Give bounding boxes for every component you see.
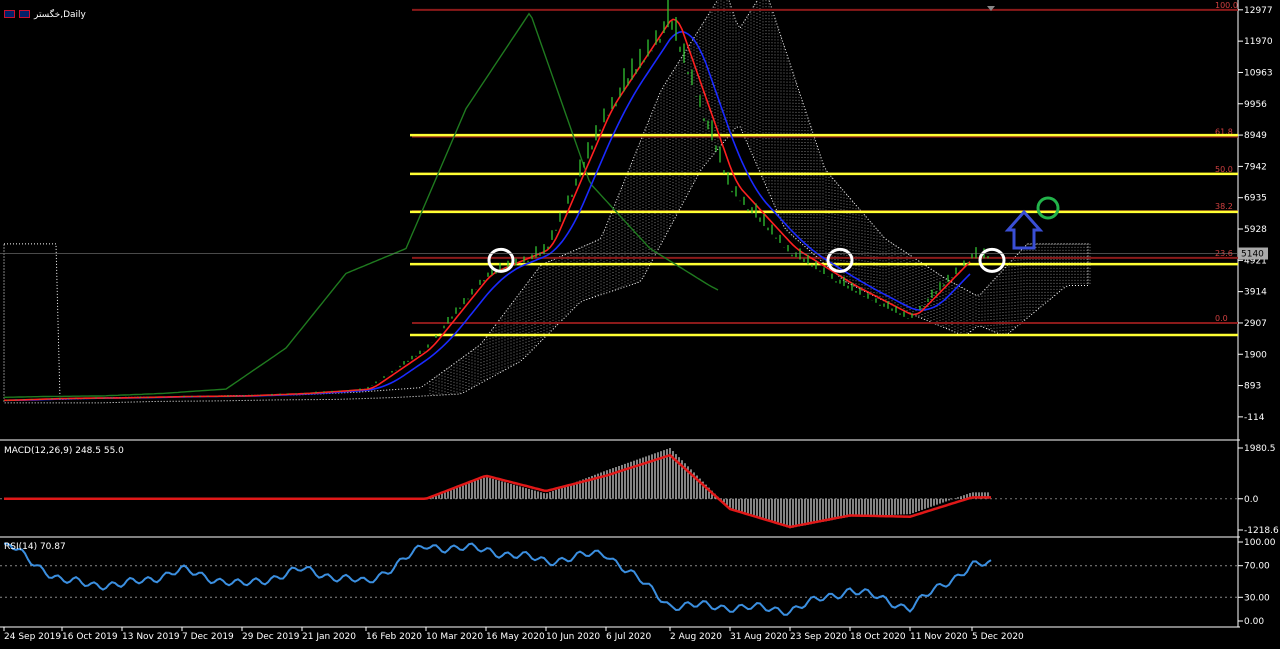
time-tick-label: 16 May 2020 bbox=[486, 632, 545, 642]
price-tick-label: 2907 bbox=[1244, 319, 1267, 329]
rsi-tick-label: 100.00 bbox=[1244, 538, 1276, 548]
time-tick-label: 7 Dec 2019 bbox=[182, 632, 234, 642]
price-tick-label: 6935 bbox=[1244, 194, 1267, 204]
time-tick-label: 16 Oct 2019 bbox=[62, 632, 118, 642]
time-tick-label: 6 Jul 2020 bbox=[606, 632, 651, 642]
fib-level-label: 50.0 bbox=[1215, 165, 1233, 174]
chart-canvas: خگستر,Daily 100.061.850.038.223.60.0 129… bbox=[0, 0, 1280, 645]
macd-tick-label: -1218.6 bbox=[1244, 526, 1279, 536]
rsi-tick-label: 0.00 bbox=[1244, 617, 1264, 627]
fib-level-label: 0.0 bbox=[1215, 314, 1228, 323]
trading-chart[interactable]: خگستر,Daily 100.0 61.8 50.0 38.2 23.6 0.0 129… bbox=[0, 0, 1280, 645]
price-tick-label: 5928 bbox=[1244, 225, 1267, 235]
fib-level-label: 100.0 bbox=[1215, 1, 1238, 10]
rsi-tick-label: 70.00 bbox=[1244, 562, 1270, 572]
price-tick-label: 10963 bbox=[1244, 68, 1273, 78]
price-tick-label: 1900 bbox=[1244, 350, 1267, 360]
time-tick-label: 24 Sep 2019 bbox=[4, 632, 61, 642]
price-tick-label: 9956 bbox=[1244, 100, 1267, 110]
price-tick-label: 8949 bbox=[1244, 131, 1267, 141]
time-tick-label: 10 Mar 2020 bbox=[426, 632, 483, 642]
price-tick-label: 7942 bbox=[1244, 162, 1267, 172]
price-tick-label: -114 bbox=[1244, 413, 1265, 423]
macd-title: MACD(12,26,9) 248.5 55.0 bbox=[4, 446, 124, 456]
time-tick-label: 29 Dec 2019 bbox=[242, 632, 300, 642]
macd-tick-label: 1980.5 bbox=[1244, 444, 1276, 454]
time-tick-label: 16 Feb 2020 bbox=[366, 632, 422, 642]
time-tick-label: 5 Dec 2020 bbox=[972, 632, 1024, 642]
time-tick-label: 10 Jun 2020 bbox=[546, 632, 600, 642]
price-tick-label: 11970 bbox=[1244, 37, 1273, 47]
time-tick-label: 23 Sep 2020 bbox=[790, 632, 847, 642]
rsi-tick-label: 30.00 bbox=[1244, 593, 1270, 603]
time-tick-label: 13 Nov 2019 bbox=[122, 632, 180, 642]
time-tick-label: 21 Jan 2020 bbox=[302, 632, 356, 642]
time-tick-label: 31 Aug 2020 bbox=[730, 632, 788, 642]
time-tick-label: 18 Oct 2020 bbox=[850, 632, 906, 642]
current-price-label: 5140 bbox=[1241, 250, 1264, 260]
time-tick-label: 2 Aug 2020 bbox=[670, 632, 722, 642]
price-tick-label: 893 bbox=[1244, 382, 1261, 392]
price-tick-label: 3914 bbox=[1244, 288, 1267, 298]
chart-title: خگستر,Daily bbox=[33, 8, 87, 20]
price-tick-label: 12977 bbox=[1244, 6, 1273, 16]
rsi-title: RSI(14) 70.87 bbox=[4, 542, 66, 552]
time-tick-label: 11 Nov 2020 bbox=[910, 632, 968, 642]
fib-level-label: 38.2 bbox=[1215, 202, 1233, 211]
macd-tick-label: 0.0 bbox=[1244, 495, 1259, 505]
